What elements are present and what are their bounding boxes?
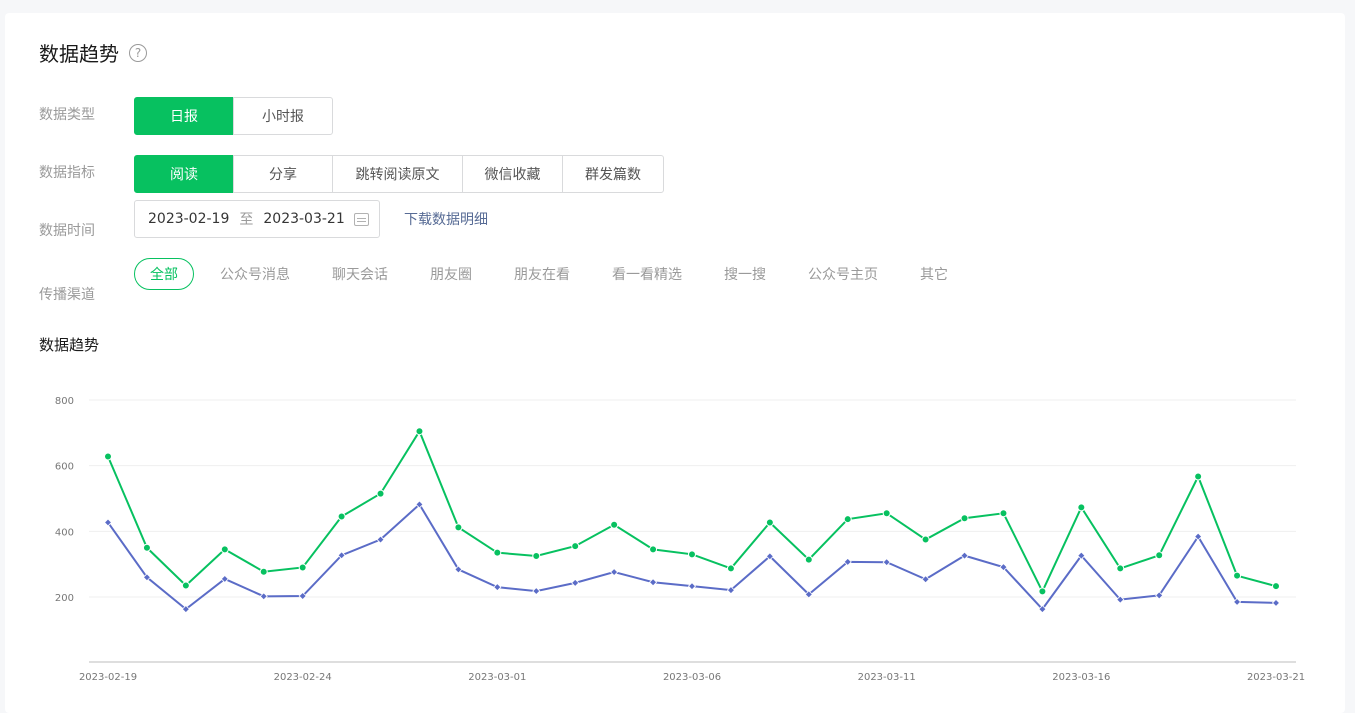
x-tick-label: 2023-03-11 xyxy=(858,672,916,683)
data-point xyxy=(532,551,541,560)
data-point xyxy=(882,509,891,518)
data-point xyxy=(104,452,112,461)
trend-chart: 200 400 600 800 2023-02-19 2023-02-24 2023-03-… xyxy=(55,396,1305,683)
data-point xyxy=(337,512,346,521)
x-tick-label: 2023-03-06 xyxy=(663,672,721,683)
data-point xyxy=(376,489,385,498)
data-point xyxy=(804,555,813,564)
data-point xyxy=(1155,551,1164,560)
data-point xyxy=(493,548,502,557)
data-point xyxy=(726,564,735,573)
data-point xyxy=(298,563,307,572)
data-point xyxy=(610,567,619,577)
data-point xyxy=(765,518,774,527)
x-tick-label: 2023-03-01 xyxy=(468,672,526,683)
data-point xyxy=(454,523,463,532)
data-point xyxy=(181,581,190,590)
data-point xyxy=(649,545,658,554)
data-point xyxy=(1271,598,1281,607)
y-tick-label: 600 xyxy=(55,462,74,473)
data-point xyxy=(259,567,268,576)
data-point xyxy=(220,545,229,554)
data-point xyxy=(259,592,268,601)
data-point xyxy=(999,509,1008,518)
data-point xyxy=(571,578,580,587)
data-point xyxy=(1116,564,1125,573)
data-point xyxy=(1272,582,1280,591)
data-point xyxy=(687,582,697,591)
x-tick-label: 2023-03-16 xyxy=(1052,672,1110,683)
data-point xyxy=(843,515,852,524)
data-point xyxy=(649,578,658,587)
series-line-1 xyxy=(107,428,1277,594)
data-point xyxy=(610,520,619,529)
data-point xyxy=(688,550,696,559)
data-point xyxy=(960,514,969,523)
y-tick-label: 800 xyxy=(55,396,74,407)
data-point xyxy=(1233,571,1242,580)
data-point xyxy=(493,583,502,592)
y-tick-label: 400 xyxy=(55,527,74,538)
x-tick-label: 2023-02-24 xyxy=(274,672,332,683)
data-point xyxy=(882,558,891,567)
data-point xyxy=(1077,503,1086,512)
data-point xyxy=(571,542,580,551)
data-point xyxy=(415,427,424,436)
x-tick-label: 2023-02-19 xyxy=(79,672,137,683)
data-point xyxy=(921,535,930,544)
data-point xyxy=(1194,472,1203,481)
data-point xyxy=(532,587,541,596)
x-tick-label: 2023-03-21 xyxy=(1247,672,1305,683)
data-point xyxy=(1038,587,1047,596)
data-point xyxy=(142,543,151,552)
y-tick-label: 200 xyxy=(55,593,74,604)
